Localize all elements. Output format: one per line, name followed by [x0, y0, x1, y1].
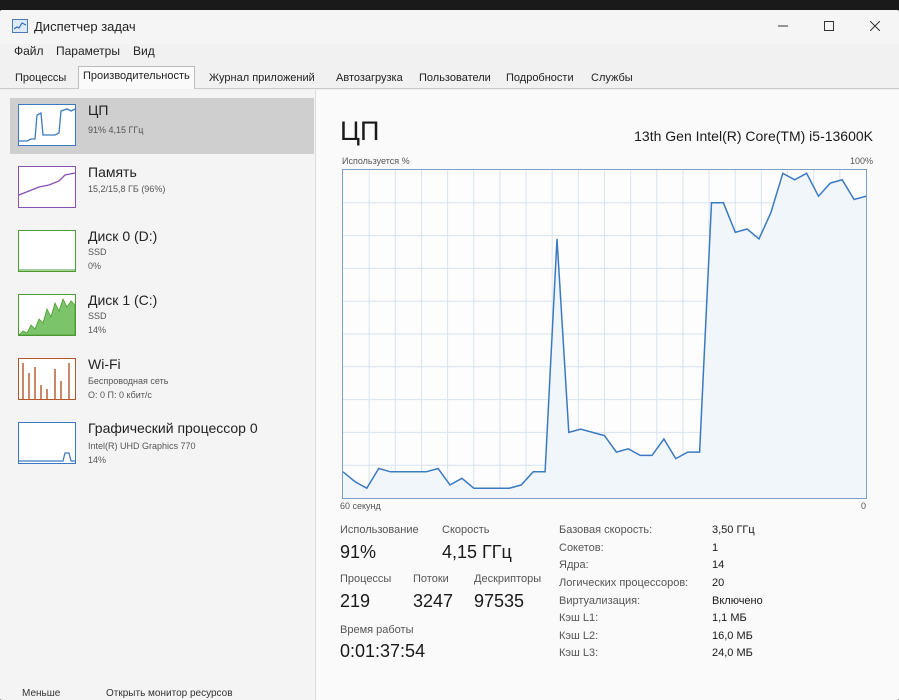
- footer: Меньше Открыть монитор ресурсов: [0, 688, 899, 700]
- sidebar-item-label: ЦП: [88, 102, 109, 118]
- menu-options[interactable]: Параметры: [56, 44, 120, 58]
- sidebar-item-detail: 14%: [88, 455, 107, 465]
- sidebar-item-type: Беспроводная сеть: [88, 376, 169, 386]
- x-axis-start-label: 60 секунд: [340, 501, 381, 511]
- menu-bar: Файл Параметры Вид: [0, 44, 899, 64]
- sidebar-item-label: Память: [88, 164, 137, 180]
- tab-bar: Процессы Производительность Журнал прило…: [0, 66, 899, 89]
- base-speed-label: Базовая скорость:: [559, 524, 653, 536]
- cpu-model: 13th Gen Intel(R) Core(TM) i5-13600K: [634, 128, 873, 144]
- sidebar-item-label: Диск 0 (D:): [88, 228, 158, 244]
- task-manager-icon: [12, 19, 28, 33]
- l2-cache-value: 16,0 МБ: [712, 630, 753, 642]
- tab-services[interactable]: Службы: [586, 68, 638, 87]
- sockets-label: Сокетов:: [559, 542, 604, 554]
- minimize-button[interactable]: [760, 10, 806, 42]
- graph-max-label: 100%: [849, 156, 873, 166]
- sockets-value: 1: [712, 542, 719, 554]
- title-bar: Диспетчер задач: [0, 10, 899, 44]
- wifi-thumbnail: [18, 358, 76, 400]
- logical-processors-value: 20: [712, 577, 725, 589]
- cores-label: Ядра:: [559, 559, 589, 571]
- resource-monitor-link[interactable]: Открыть монитор ресурсов: [106, 688, 233, 699]
- window-title: Диспетчер задач: [34, 19, 136, 34]
- performance-sidebar: ЦП 91% 4,15 ГГц Память 15,2/15,8 ГБ (96%…: [0, 90, 316, 700]
- menu-view[interactable]: Вид: [133, 44, 155, 58]
- menu-file[interactable]: Файл: [14, 44, 44, 58]
- cpu-usage-chart: [343, 170, 866, 498]
- speed-value: 4,15 ГГц: [442, 542, 512, 562]
- task-manager-window: Диспетчер задач Файл Параметры Вид Проце…: [0, 10, 899, 700]
- cpu-usage-graph: [342, 169, 867, 499]
- tab-app-history[interactable]: Журнал приложений: [204, 68, 320, 87]
- virtualization-value: Включено: [712, 595, 763, 607]
- tab-processes[interactable]: Процессы: [10, 68, 71, 87]
- page-title: ЦП: [340, 116, 380, 146]
- usage-value: 91%: [340, 542, 377, 562]
- sidebar-item-cpu[interactable]: ЦП 91% 4,15 ГГц: [10, 98, 314, 154]
- l2-cache-label: Кэш L2:: [559, 630, 599, 642]
- uptime-label: Время работы: [340, 624, 414, 636]
- l3-cache-value: 24,0 МБ: [712, 647, 753, 659]
- threads-label: Потоки: [413, 573, 449, 585]
- sidebar-item-type: SSD: [88, 247, 107, 257]
- sidebar-item-type: Intel(R) UHD Graphics 770: [88, 441, 196, 451]
- sidebar-item-wifi[interactable]: Wi-Fi Беспроводная сеть О: 0 П: 0 кбит/с: [10, 352, 314, 408]
- processes-label: Процессы: [340, 573, 392, 585]
- sidebar-item-detail: О: 0 П: 0 кбит/с: [88, 390, 152, 400]
- gpu-thumbnail: [18, 422, 76, 464]
- cores-value: 14: [712, 559, 725, 571]
- l3-cache-label: Кэш L3:: [559, 647, 599, 659]
- memory-thumbnail: [18, 166, 76, 208]
- graph-label: Используется %: [342, 156, 410, 166]
- sidebar-item-disk-0[interactable]: Диск 0 (D:) SSD 0%: [10, 224, 314, 280]
- virtualization-label: Виртуализация:: [559, 595, 641, 607]
- disk-0-thumbnail: [18, 230, 76, 272]
- l1-cache-label: Кэш L1:: [559, 612, 599, 624]
- tab-details[interactable]: Подробности: [501, 68, 579, 87]
- fewer-details-link[interactable]: Меньше: [22, 688, 60, 699]
- tab-performance[interactable]: Производительность: [78, 66, 195, 89]
- processes-value: 219: [340, 591, 371, 611]
- sidebar-item-memory[interactable]: Память 15,2/15,8 ГБ (96%): [10, 160, 314, 216]
- tab-users[interactable]: Пользователи: [414, 68, 496, 87]
- cpu-thumbnail: [18, 104, 76, 146]
- disk-1-thumbnail: [18, 294, 76, 336]
- sidebar-item-label: Графический процессор 0: [88, 420, 258, 436]
- sidebar-item-detail: 15,2/15,8 ГБ (96%): [88, 184, 166, 194]
- sidebar-item-type: SSD: [88, 311, 107, 321]
- handles-value: 97535: [474, 591, 525, 611]
- sidebar-item-disk-1[interactable]: Диск 1 (C:) SSD 14%: [10, 288, 314, 344]
- maximize-icon: [824, 21, 834, 31]
- close-icon: [870, 21, 880, 31]
- sidebar-item-gpu[interactable]: Графический процессор 0 Intel(R) UHD Gra…: [10, 416, 314, 472]
- sidebar-item-detail: 0%: [88, 261, 102, 271]
- x-axis-end-label: 0: [861, 501, 867, 511]
- tab-startup[interactable]: Автозагрузка: [331, 68, 408, 87]
- sidebar-item-label: Wi-Fi: [88, 356, 121, 372]
- uptime-value: 0:01:37:54: [340, 641, 426, 661]
- close-button[interactable]: [852, 10, 898, 42]
- minimize-icon: [778, 25, 788, 27]
- sidebar-item-detail: 91% 4,15 ГГц: [88, 125, 144, 135]
- maximize-button[interactable]: [806, 10, 852, 42]
- base-speed-value: 3,50 ГГц: [712, 524, 755, 536]
- cpu-detail-panel: ЦП 13th Gen Intel(R) Core(TM) i5-13600K …: [316, 90, 899, 700]
- sidebar-item-label: Диск 1 (C:): [88, 292, 158, 308]
- usage-label: Использование: [340, 524, 419, 536]
- speed-label: Скорость: [442, 524, 490, 536]
- threads-value: 3247: [413, 591, 454, 611]
- logical-processors-label: Логических процессоров:: [559, 577, 689, 589]
- sidebar-item-detail: 14%: [88, 325, 107, 335]
- handles-label: Дескрипторы: [474, 573, 542, 585]
- l1-cache-value: 1,1 МБ: [712, 612, 747, 624]
